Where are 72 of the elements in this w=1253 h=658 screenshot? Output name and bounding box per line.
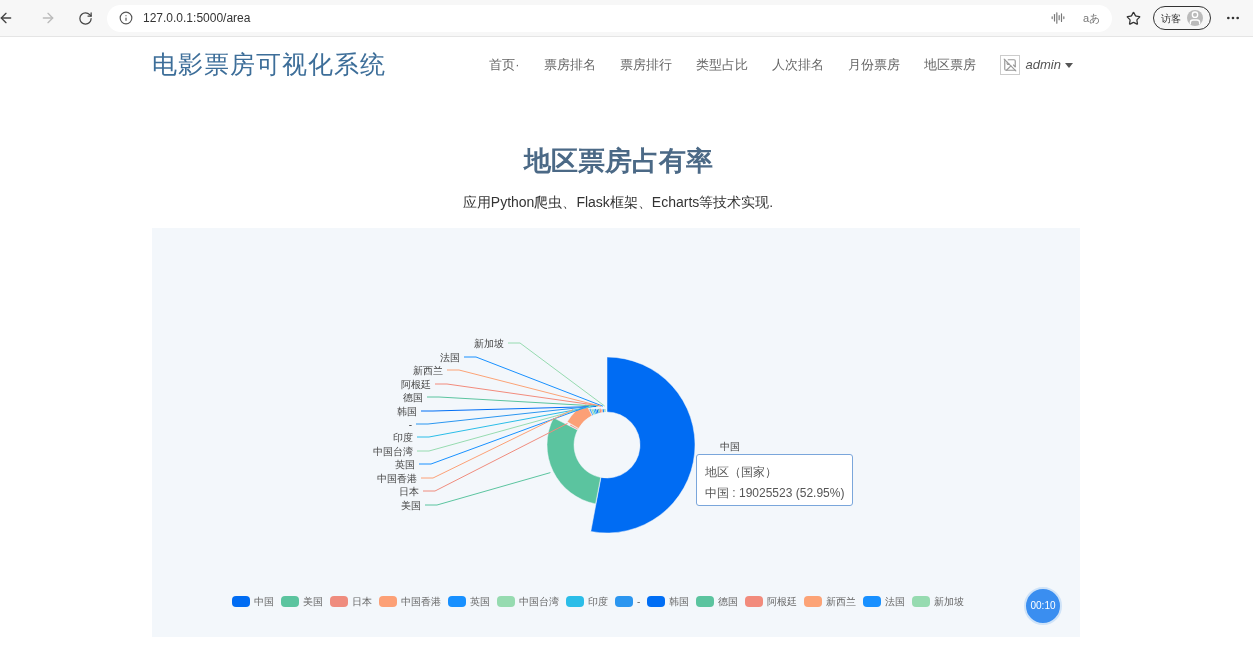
slice-label: 中国香港 (377, 472, 417, 484)
legend-swatch[interactable] (448, 595, 466, 607)
reload-icon[interactable] (78, 10, 93, 26)
timer-badge[interactable]: 00:10 (1024, 586, 1062, 625)
donut-slivers-drawing[interactable] (591, 408, 606, 415)
nav-link[interactable]: 月份票房 (847, 55, 900, 75)
legend-swatch[interactable] (912, 595, 931, 607)
slice-label: 美国 (401, 499, 421, 511)
slice-label: 法国 (440, 351, 460, 363)
slice-label: 印度 (393, 431, 413, 443)
slice-label: 新加坡 (474, 337, 504, 349)
nav-link[interactable]: 票房排名 (543, 55, 596, 75)
tooltip-value: 中国 : 19025523 (52.95%) (705, 484, 844, 502)
slice-label: 新西兰 (413, 364, 443, 376)
legend-label[interactable]: 阿根廷 (767, 593, 798, 609)
legend-swatch[interactable] (566, 595, 584, 607)
read-aloud-icon[interactable] (1050, 11, 1065, 25)
info-icon[interactable] (119, 11, 133, 25)
slice-label: 韩国 (397, 405, 417, 417)
back-icon[interactable] (0, 10, 14, 26)
legend-swatch[interactable] (647, 595, 666, 607)
slice-label: 阿根廷 (401, 378, 431, 390)
nav-link[interactable]: 首页· (489, 55, 520, 75)
legend-label[interactable]: - (637, 593, 641, 609)
slice-label: 中国台湾 (373, 445, 413, 457)
legend-swatch[interactable] (615, 595, 633, 607)
legend-label[interactable]: 美国 (303, 593, 323, 609)
legend-swatch[interactable] (804, 595, 823, 607)
legend-swatch[interactable] (863, 595, 882, 607)
legend-label[interactable]: 印度 (588, 593, 608, 609)
url-text: 127.0.0.1:5000/area (143, 10, 251, 27)
avatar-icon (1187, 10, 1203, 26)
site-title[interactable]: 电影票房可视化系统 (152, 46, 386, 84)
favorites-icon[interactable] (1126, 10, 1141, 26)
slice-label: 英国 (395, 458, 415, 470)
donut-slice[interactable] (546, 417, 601, 504)
legend-label[interactable]: 新西兰 (826, 593, 857, 609)
legend-label[interactable]: 英国 (470, 593, 490, 609)
slice-label: - (408, 418, 412, 430)
legend-swatch[interactable] (379, 595, 397, 607)
legend-swatch[interactable] (330, 595, 348, 607)
donut-slice[interactable] (567, 403, 593, 429)
caret-icon[interactable] (1065, 62, 1073, 68)
legend-label[interactable]: 中国 (254, 593, 274, 609)
legend-swatch[interactable] (232, 595, 250, 607)
donut-slice[interactable] (590, 356, 696, 533)
broken-image-icon (999, 55, 1020, 75)
nav-link[interactable]: 票房排行 (619, 55, 672, 75)
legend-label[interactable]: 德国 (718, 593, 739, 609)
page-heading: 地区票房占有率 (522, 145, 714, 178)
legend-label[interactable]: 日本 (352, 593, 372, 609)
legend-label[interactable]: 新加坡 (934, 593, 965, 609)
legend-label[interactable]: 中国香港 (401, 593, 441, 609)
legend-swatch[interactable] (696, 595, 715, 607)
nav-link[interactable]: 类型占比 (695, 55, 748, 75)
tooltip-title: 地区（国家） (705, 463, 778, 481)
address-bar[interactable]: 127.0.0.1:5000/area aあ (107, 4, 1112, 32)
translate-button[interactable]: aあ (1082, 9, 1100, 27)
legend-swatch[interactable] (497, 595, 515, 607)
legend-swatch[interactable] (281, 595, 299, 607)
nav-link[interactable]: 人次排名 (771, 55, 824, 75)
slice-label: 日本 (399, 485, 419, 497)
nav-link[interactable]: 地区票房 (923, 55, 976, 75)
slice-label: 中国 (720, 440, 740, 452)
legend-label[interactable]: 中国台湾 (519, 593, 559, 609)
legend-label[interactable]: 韩国 (669, 593, 690, 609)
user-menu[interactable]: admin (1025, 55, 1061, 75)
legend-label[interactable]: 法国 (885, 593, 906, 609)
legend-swatch[interactable] (745, 595, 764, 607)
forward-icon[interactable] (40, 10, 56, 26)
slice-label: 德国 (403, 391, 423, 403)
page-subtitle: 应用Python爬虫、Flask框架、Echarts等技术实现. (461, 192, 775, 212)
